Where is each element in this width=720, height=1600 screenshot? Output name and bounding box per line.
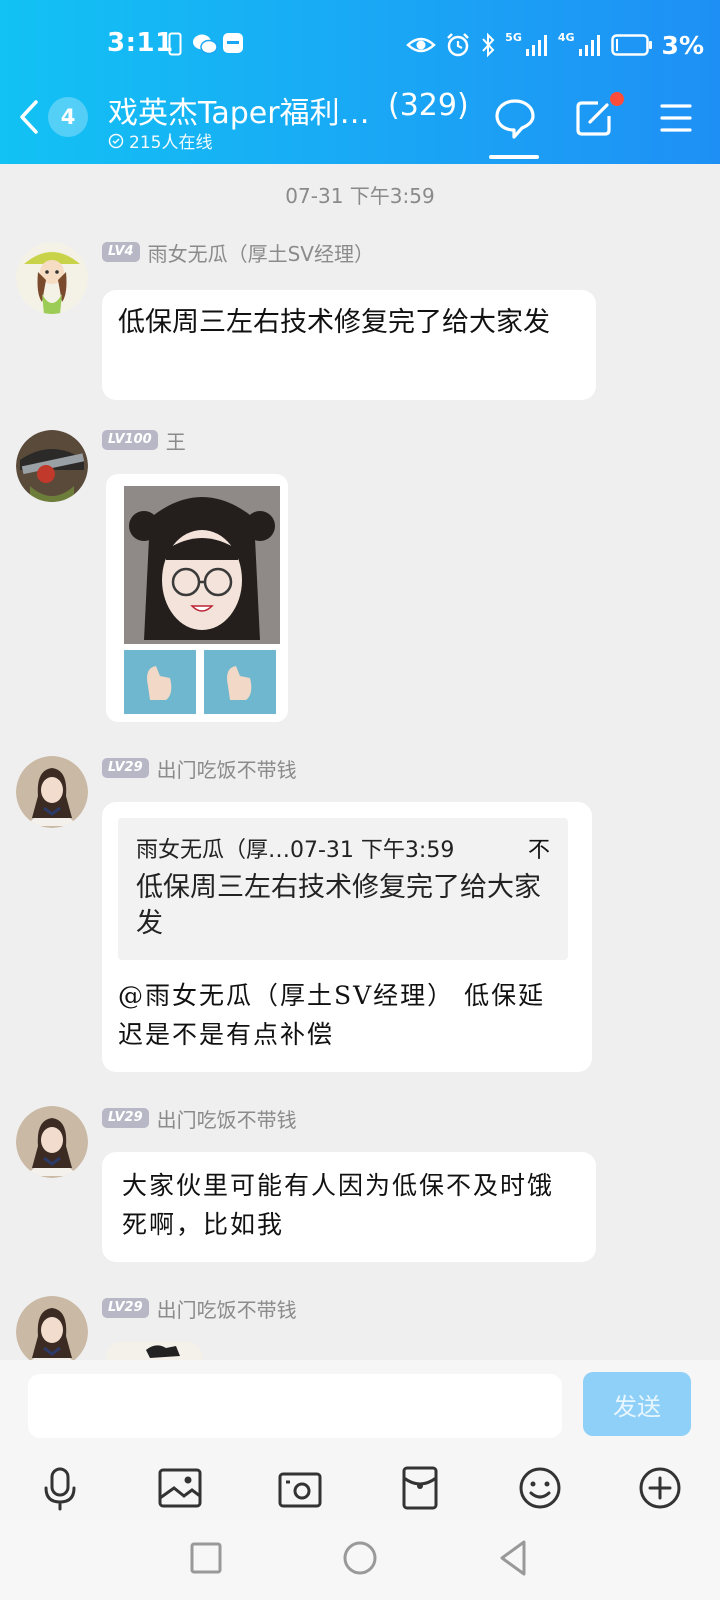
- red-packet-icon[interactable]: [396, 1464, 444, 1512]
- quoted-message[interactable]: 雨女无瓜（厚…07-31 下午3:59 不 低保周三左右技术修复完了给大家发: [118, 818, 568, 960]
- status-bar: 3:11 5G 4G 3%: [0, 24, 720, 66]
- wechat-icon: [193, 34, 218, 55]
- back-nav-button-icon[interactable]: [492, 1536, 536, 1580]
- sender-name[interactable]: 出门吃饭不带钱: [157, 1104, 297, 1133]
- sender-name[interactable]: 王: [166, 426, 186, 455]
- sender-name[interactable]: 雨女无瓜（厚土SV经理）: [148, 238, 374, 267]
- avatar[interactable]: [16, 1296, 88, 1368]
- system-nav-bar: [0, 1520, 720, 1600]
- chevron-left-icon: [20, 100, 38, 134]
- avatar[interactable]: [16, 242, 88, 314]
- signal-icon: [525, 35, 547, 56]
- avatar[interactable]: [16, 756, 88, 828]
- message-timestamp: 07-31 下午3:59: [285, 184, 435, 208]
- sender-name[interactable]: 出门吃饭不带钱: [157, 754, 297, 783]
- message-text: 低保周三左右技术修复完了给大家发: [118, 307, 550, 338]
- microphone-icon[interactable]: [36, 1464, 84, 1512]
- chat-tab-indicator: [489, 155, 539, 159]
- online-status: 215人在线: [108, 128, 212, 153]
- avatar[interactable]: [16, 1106, 88, 1178]
- emoji-icon[interactable]: [516, 1464, 564, 1512]
- member-count: (329): [388, 88, 469, 123]
- signal-icon-2: [578, 35, 600, 56]
- message-meta: LV29 出门吃饭不带钱: [102, 1104, 297, 1133]
- quote-jump-link[interactable]: 不: [528, 832, 550, 864]
- edit-icon[interactable]: [574, 98, 614, 138]
- message-text: 大家伙里可能有人因为低保不及时饿死啊，比如我: [122, 1171, 555, 1239]
- chat-header: 3:11 5G 4G 3% 4 戏英杰Taper福利… (329) 215人在线: [0, 0, 720, 164]
- app-notification-icon: [223, 33, 243, 53]
- online-count: 215人在线: [129, 133, 213, 153]
- message-meta: LV29 出门吃饭不带钱: [102, 754, 297, 783]
- alarm-icon: [447, 33, 470, 57]
- sender-name[interactable]: 出门吃饭不带钱: [157, 1294, 297, 1323]
- level-badge: LV29: [102, 758, 149, 778]
- message-bubble[interactable]: 雨女无瓜（厚…07-31 下午3:59 不 低保周三左右技术修复完了给大家发 @…: [102, 802, 592, 1072]
- notification-dot: [610, 92, 624, 106]
- message-text: @雨女无瓜（厚土SV经理） 低保延迟是不是有点补偿: [118, 981, 546, 1049]
- network-label-2: 4G: [557, 30, 575, 44]
- check-circle-icon: [108, 133, 124, 148]
- eye-icon: [406, 37, 437, 53]
- input-bar: 发送: [0, 1360, 720, 1520]
- level-badge: LV29: [102, 1108, 149, 1128]
- level-badge: LV4: [102, 242, 140, 262]
- message-meta: LV4 雨女无瓜（厚土SV经理）: [102, 238, 374, 267]
- bluetooth-icon: [482, 32, 495, 58]
- camera-icon[interactable]: [276, 1464, 324, 1512]
- network-label-1: 5G: [505, 30, 522, 44]
- message-meta: LV100 王: [102, 426, 186, 455]
- sticker-image[interactable]: [106, 474, 288, 722]
- phone-icon: [168, 32, 182, 56]
- level-badge: LV100: [102, 430, 158, 450]
- quote-text: 低保周三左右技术修复完了给大家发: [136, 872, 541, 939]
- home-button-icon[interactable]: [338, 1536, 382, 1580]
- level-badge: LV29: [102, 1298, 149, 1318]
- status-time: 3:11: [107, 28, 174, 58]
- battery-icon: [610, 34, 652, 56]
- recents-button-icon[interactable]: [184, 1536, 228, 1580]
- menu-icon[interactable]: [660, 102, 692, 134]
- sticker-partial: [146, 1345, 180, 1358]
- quote-author: 雨女无瓜（厚…07-31 下午3:59: [136, 838, 455, 863]
- unread-count-badge: 4: [48, 97, 88, 137]
- group-title[interactable]: 戏英杰Taper福利…: [108, 88, 370, 132]
- sticker-girl-thumbs-up: [114, 482, 280, 714]
- message-bubble[interactable]: 低保周三左右技术修复完了给大家发: [102, 290, 596, 400]
- battery-percent: 3%: [661, 30, 704, 60]
- avatar[interactable]: [16, 430, 88, 502]
- send-button[interactable]: 发送: [583, 1372, 691, 1436]
- plus-circle-icon[interactable]: [636, 1464, 684, 1512]
- back-button[interactable]: 4: [18, 92, 104, 142]
- message-input[interactable]: [28, 1374, 562, 1438]
- message-meta: LV29 出门吃饭不带钱: [102, 1294, 297, 1323]
- image-icon[interactable]: [156, 1464, 204, 1512]
- message-bubble[interactable]: 大家伙里可能有人因为低保不及时饿死啊，比如我: [102, 1152, 596, 1262]
- chat-bubble-icon[interactable]: [492, 96, 538, 142]
